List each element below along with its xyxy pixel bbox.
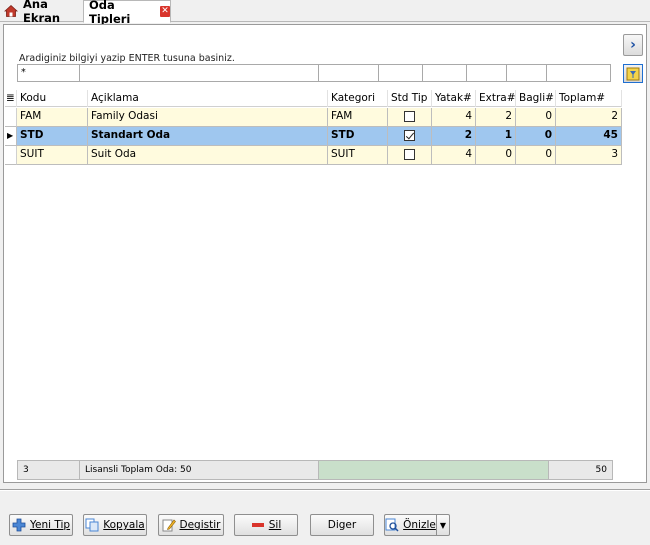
button-label: Kopyala bbox=[103, 519, 145, 531]
filter-input-bagli[interactable] bbox=[506, 64, 546, 82]
footer-count: 3 bbox=[17, 460, 79, 480]
std-tip-checkbox[interactable] bbox=[404, 149, 415, 160]
column-header-aciklama[interactable]: Açiklama bbox=[88, 90, 328, 107]
grid-footer: 3 Lisansli Toplam Oda: 50 50 bbox=[17, 460, 613, 480]
button-label: Önizle bbox=[403, 519, 436, 531]
cell-bagli[interactable]: 0 bbox=[516, 108, 556, 127]
other-button[interactable]: Diger bbox=[310, 514, 374, 536]
cell-extra[interactable]: 2 bbox=[476, 108, 516, 127]
cell-yatak[interactable]: 4 bbox=[432, 108, 476, 127]
column-header-extra[interactable]: Extra# bbox=[476, 90, 516, 107]
column-header-kategori[interactable]: Kategori bbox=[328, 90, 388, 107]
cell-bagli[interactable]: 0 bbox=[516, 127, 556, 146]
chevron-right-icon: › bbox=[630, 37, 636, 53]
cell-yatak[interactable]: 2 bbox=[432, 127, 476, 146]
std-tip-checkbox[interactable] bbox=[404, 111, 415, 122]
std-tip-checkbox[interactable] bbox=[404, 130, 415, 141]
cell-aciklama[interactable]: Family Odasi bbox=[88, 108, 328, 127]
button-label: Degistir bbox=[179, 519, 221, 531]
filter-input-yatak[interactable] bbox=[422, 64, 466, 82]
column-header-toplam[interactable]: Toplam# bbox=[556, 90, 622, 107]
footer-license-text: Lisansli Toplam Oda: 50 bbox=[79, 460, 318, 480]
grid-header: ≣ Kodu Açiklama Kategori Std Tip Yatak# … bbox=[5, 90, 622, 107]
filter-input-aciklama[interactable] bbox=[79, 64, 318, 82]
column-header-std-tip[interactable]: Std Tip bbox=[388, 90, 432, 107]
button-label: Sil bbox=[268, 519, 282, 531]
filter-icon bbox=[626, 67, 640, 81]
tab-ana-ekran[interactable]: Ana Ekran bbox=[2, 0, 82, 25]
cell-std-tip[interactable] bbox=[388, 127, 432, 146]
column-header-bagli[interactable]: Bagli# bbox=[516, 90, 556, 107]
cell-kategori[interactable]: FAM bbox=[328, 108, 388, 127]
new-type-button[interactable]: Yeni Tip bbox=[9, 514, 73, 536]
cell-kodu[interactable]: SUIT bbox=[17, 146, 88, 165]
filter-input-std-tip[interactable] bbox=[378, 64, 422, 82]
table-row[interactable]: SUIT Suit Oda SUIT 4 0 0 3 bbox=[5, 146, 622, 165]
button-label: Diger bbox=[327, 519, 357, 531]
cell-extra[interactable]: 0 bbox=[476, 146, 516, 165]
preview-dropdown-button[interactable]: ▼ bbox=[436, 514, 450, 536]
cell-extra[interactable]: 1 bbox=[476, 127, 516, 146]
plus-icon bbox=[12, 518, 26, 532]
column-header-yatak[interactable]: Yatak# bbox=[432, 90, 476, 107]
chevron-down-icon: ▼ bbox=[439, 520, 447, 530]
table-row-selected[interactable]: ▶ STD Standart Oda STD 2 1 0 45 bbox=[5, 127, 622, 146]
cell-aciklama[interactable]: Standart Oda bbox=[88, 127, 328, 146]
search-hint-label: Aradiginiz bilgiyi yazip ENTER tusuna ba… bbox=[19, 53, 235, 64]
filter-row: * bbox=[17, 64, 611, 82]
button-label: Yeni Tip bbox=[29, 519, 71, 531]
edit-button[interactable]: Degistir bbox=[158, 514, 224, 536]
home-icon bbox=[3, 4, 19, 18]
cell-kodu[interactable]: STD bbox=[17, 127, 88, 146]
tab-label: Ana Ekran bbox=[23, 0, 61, 25]
row-pointer-icon: ▶ bbox=[5, 127, 17, 146]
preview-button[interactable]: Önizle bbox=[384, 514, 436, 536]
cell-kategori[interactable]: SUIT bbox=[328, 146, 388, 165]
filter-input-kodu[interactable]: * bbox=[17, 64, 79, 82]
preview-icon bbox=[385, 518, 399, 532]
footer-summary-bar bbox=[318, 460, 548, 480]
cell-aciklama[interactable]: Suit Oda bbox=[88, 146, 328, 165]
filter-input-extra[interactable] bbox=[466, 64, 506, 82]
tab-oda-tipleri[interactable]: Oda Tipleri ✕ bbox=[83, 0, 171, 26]
cell-kategori[interactable]: STD bbox=[328, 127, 388, 146]
delete-button[interactable]: Sil bbox=[234, 514, 298, 536]
cell-kodu[interactable]: FAM bbox=[17, 108, 88, 127]
column-header-kodu[interactable]: Kodu bbox=[17, 90, 88, 107]
next-button[interactable]: › bbox=[623, 34, 643, 56]
row-indicator bbox=[5, 146, 17, 165]
copy-icon bbox=[85, 518, 99, 532]
table-row[interactable]: FAM Family Odasi FAM 4 2 0 2 bbox=[5, 108, 622, 127]
column-chooser-icon[interactable]: ≣ bbox=[5, 90, 17, 107]
copy-button[interactable]: Kopyala bbox=[83, 514, 147, 536]
close-icon[interactable]: ✕ bbox=[159, 6, 170, 17]
edit-icon bbox=[162, 518, 176, 532]
tab-label: Oda Tipleri bbox=[89, 0, 131, 26]
cell-toplam[interactable]: 45 bbox=[556, 127, 622, 146]
minus-icon bbox=[251, 518, 265, 532]
main-panel: Aradiginiz bilgiyi yazip ENTER tusuna ba… bbox=[3, 24, 647, 483]
cell-toplam[interactable]: 3 bbox=[556, 146, 622, 165]
row-indicator bbox=[5, 108, 17, 127]
tab-bar: Ana Ekran Oda Tipleri ✕ bbox=[0, 0, 650, 26]
cell-toplam[interactable]: 2 bbox=[556, 108, 622, 127]
filter-button[interactable] bbox=[623, 64, 643, 83]
cell-yatak[interactable]: 4 bbox=[432, 146, 476, 165]
filter-input-toplam[interactable] bbox=[546, 64, 611, 82]
cell-std-tip[interactable] bbox=[388, 146, 432, 165]
separator bbox=[0, 489, 650, 491]
cell-std-tip[interactable] bbox=[388, 108, 432, 127]
filter-input-kategori[interactable] bbox=[318, 64, 378, 82]
footer-total: 50 bbox=[548, 460, 613, 480]
cell-bagli[interactable]: 0 bbox=[516, 146, 556, 165]
